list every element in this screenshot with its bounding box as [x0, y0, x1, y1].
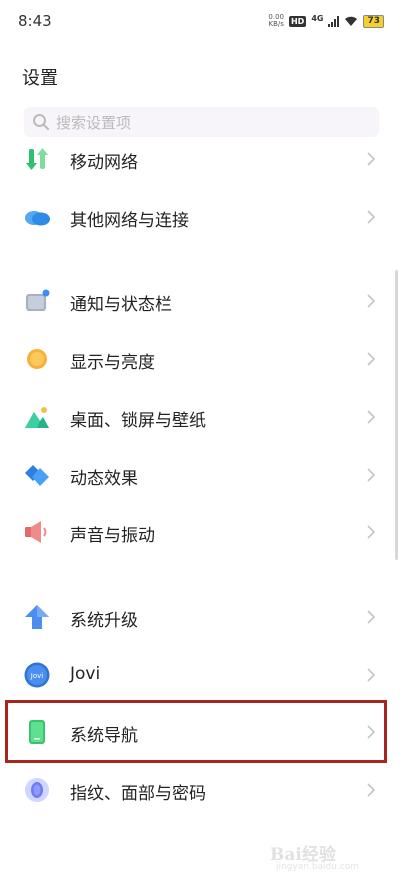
setting-system-update[interactable]: 系统升级 — [0, 588, 400, 646]
net-speed: 0.00 KB/s — [268, 14, 284, 28]
setting-security[interactable]: 指纹、面部与密码 — [0, 761, 400, 819]
jovi-icon: Jovi — [24, 662, 50, 688]
setting-label: 移动网络 — [70, 153, 138, 173]
setting-label: 动态效果 — [70, 469, 138, 489]
watermark: Bai经验 jingyan.baidu.com — [270, 826, 370, 876]
setting-label: 其他网络与连接 — [70, 211, 189, 231]
setting-label: 通知与状态栏 — [70, 295, 172, 315]
setting-sound[interactable]: 声音与振动 — [0, 503, 400, 561]
chevron-right-icon — [367, 668, 376, 682]
setting-wallpaper[interactable]: 桌面、锁屏与壁纸 — [0, 388, 400, 446]
setting-jovi[interactable]: Jovi Jovi — [0, 646, 400, 704]
highlight-box — [5, 700, 387, 763]
chevron-right-icon — [367, 210, 376, 224]
chevron-right-icon — [367, 783, 376, 797]
status-time: 8:43 — [18, 12, 52, 30]
status-bar: 8:43 0.00 KB/s HD 4G 73 — [0, 0, 400, 44]
landscape-icon — [25, 407, 49, 428]
chevron-right-icon — [367, 152, 376, 166]
status-icons: 0.00 KB/s HD 4G 73 — [268, 12, 384, 30]
arrows-updown-icon — [26, 148, 48, 170]
setting-label: 声音与振动 — [70, 526, 155, 546]
setting-label: 系统升级 — [70, 611, 138, 631]
jovi-badge-text: Jovi — [30, 672, 43, 680]
page-title: 设置 — [22, 68, 58, 89]
watermark-sub: jingyan.baidu.com — [276, 862, 360, 872]
setting-animation[interactable]: 动态效果 — [0, 446, 400, 504]
setting-notifications[interactable]: 通知与状态栏 — [0, 272, 400, 330]
chevron-right-icon — [367, 525, 376, 539]
wifi-icon — [345, 16, 358, 26]
diamond-icon — [25, 465, 49, 486]
search-icon — [33, 114, 49, 130]
scrollbar[interactable] — [395, 270, 398, 560]
chevron-right-icon — [367, 352, 376, 366]
chevron-right-icon — [367, 410, 376, 424]
sun-icon — [27, 349, 47, 369]
setting-label: 指纹、面部与密码 — [70, 784, 206, 804]
network-type: 4G — [311, 13, 324, 23]
net-speed-unit: KB/s — [268, 20, 284, 28]
cloud-icon — [25, 211, 50, 226]
chevron-right-icon — [367, 610, 376, 624]
setting-mobile-network[interactable]: 移动网络 — [0, 130, 400, 188]
signal-icon — [328, 15, 340, 27]
chevron-right-icon — [367, 468, 376, 482]
hd-badge: HD — [288, 15, 307, 27]
setting-display[interactable]: 显示与亮度 — [0, 330, 400, 388]
setting-other-networks[interactable]: 其他网络与连接 — [0, 188, 400, 246]
arrow-up-icon — [25, 605, 49, 629]
setting-label: 显示与亮度 — [70, 353, 155, 373]
chevron-right-icon — [367, 294, 376, 308]
fingerprint-icon — [25, 778, 49, 802]
speaker-icon — [25, 521, 47, 543]
notification-icon — [26, 289, 50, 311]
setting-label: Jovi — [70, 664, 101, 684]
battery-icon: 73 — [363, 14, 384, 28]
setting-label: 桌面、锁屏与壁纸 — [70, 411, 206, 431]
